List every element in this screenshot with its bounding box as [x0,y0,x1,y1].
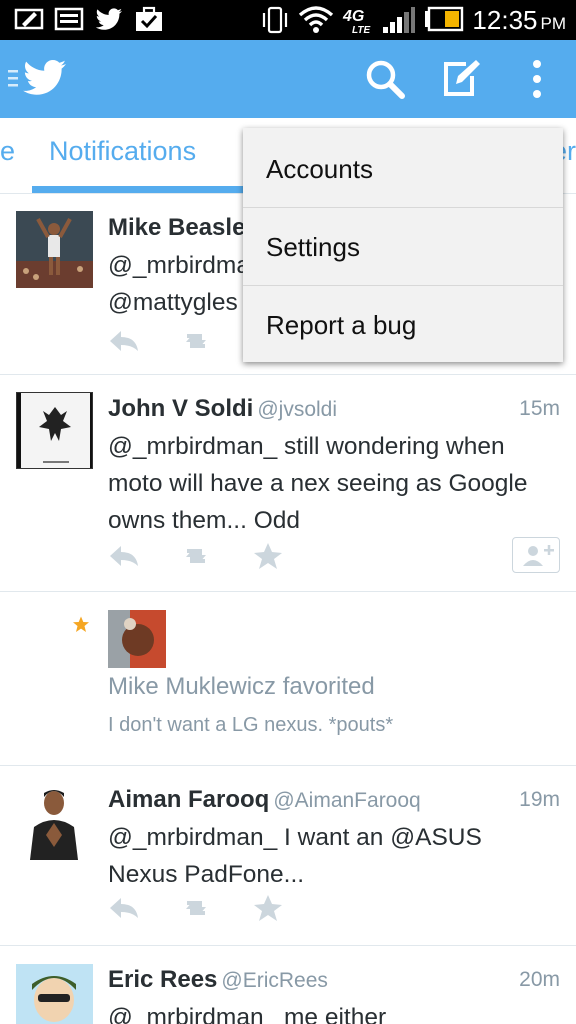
author-name[interactable]: Mike Beasle [108,214,245,241]
retweet-icon[interactable] [180,894,212,922]
edit-icon [14,8,44,30]
reply-icon[interactable] [108,542,140,570]
author-name[interactable]: Aiman Farooq [108,786,269,813]
avatar-favoriter-image [108,610,166,668]
search-icon[interactable] [362,56,408,102]
author-handle[interactable]: @EricRees [221,969,328,992]
avatar[interactable] [16,392,93,469]
network-4g-lte-icon: 4G LTE [342,8,370,35]
wifi-icon [299,6,334,33]
avatar[interactable] [16,211,93,288]
reply-icon[interactable] [108,894,140,922]
overflow-menu-icon[interactable] [514,56,560,102]
svg-text:4G: 4G [342,8,364,25]
app-bar [0,40,576,118]
menu-item-report-bug[interactable]: Report a bug [243,286,563,364]
tweet-actions [108,893,284,923]
avatar-house-sigil-image [17,393,92,468]
tweet-time: 19m [519,788,560,811]
tweet-time: 15m [519,397,560,420]
avatar[interactable] [16,964,93,1024]
avatar[interactable] [16,783,93,860]
overflow-menu: Accounts Settings Report a bug [243,128,563,362]
favorite-star-icon[interactable] [252,542,284,570]
favorite-title[interactable]: Mike Muklewicz favorited [108,673,375,701]
tweet-author[interactable]: Aiman Farooq @AimanFarooq [108,786,421,814]
author-handle[interactable]: @jvsoldi [257,398,337,421]
menu-item-settings[interactable]: Settings [243,208,563,286]
svg-text:LTE: LTE [352,25,370,35]
tab-active-indicator [32,186,252,193]
tweet-item[interactable]: Aiman Farooq @AimanFarooq 19m @_mrbirdman… [0,766,576,946]
author-name[interactable]: John V Soldi [108,395,253,422]
avatar-basketball-image [16,211,93,288]
twitter-bird-icon[interactable] [8,54,70,104]
tweet-time: 20m [519,968,560,991]
tweet-item[interactable]: John V Soldi @jvsoldi 15m @_mrbirdman_ st… [0,375,576,592]
battery-icon [425,6,464,32]
follow-button[interactable] [512,537,560,573]
tweet-text: @_mrbirdman_ me either [108,1004,387,1024]
tab-home-partial[interactable]: e [0,136,15,167]
image-icon [54,7,84,31]
vibrate-icon [263,6,288,34]
favorite-star-icon [73,616,89,632]
twitter-app-screen: 4G LTE 12:35 PM e Notifications er Mike … [0,0,576,1024]
status-time: 12:35 PM [472,4,567,35]
author-name[interactable]: Eric Rees [108,966,217,993]
tweet-author[interactable]: Eric Rees @EricRees [108,966,328,994]
avatar[interactable] [108,610,166,668]
favorite-notification-item[interactable]: Mike Muklewicz favorited I don't want a … [0,592,576,766]
status-time-ampm: PM [540,13,567,33]
tab-notifications[interactable]: Notifications [49,136,196,167]
add-user-icon [523,545,554,566]
status-bar: 4G LTE 12:35 PM [0,0,576,40]
status-left-icons [14,6,164,32]
retweet-icon[interactable] [180,542,212,570]
twitter-icon [95,8,122,30]
status-right-icons: 4G LTE 12:35 PM [260,4,566,36]
tweet-text: @_mrbirdman_ I want an @ASUS Nexus PadFo… [108,824,482,888]
briefcase-check-icon [136,6,162,31]
menu-item-accounts[interactable]: Accounts [243,130,563,208]
tweet-actions [108,541,284,571]
tweet-author[interactable]: Mike Beasle [108,214,245,242]
avatar-cartoon-image [16,964,93,1024]
tweet-author[interactable]: John V Soldi @jvsoldi [108,395,337,423]
tweet-actions [108,326,212,356]
favorited-tweet-text: I don't want a LG nexus. *pouts* [108,714,394,736]
author-handle[interactable]: @AimanFarooq [273,789,420,812]
compose-icon[interactable] [438,56,484,102]
signal-icon [383,7,416,33]
favorite-star-icon[interactable] [252,894,284,922]
avatar-person-image [16,783,93,860]
retweet-icon[interactable] [180,327,212,355]
reply-icon[interactable] [108,327,140,355]
tweet-text: @_mrbirdman_ still wondering when moto w… [108,433,528,534]
tweet-item[interactable]: Eric Rees @EricRees 20m @_mrbirdman_ me e… [0,946,576,1024]
